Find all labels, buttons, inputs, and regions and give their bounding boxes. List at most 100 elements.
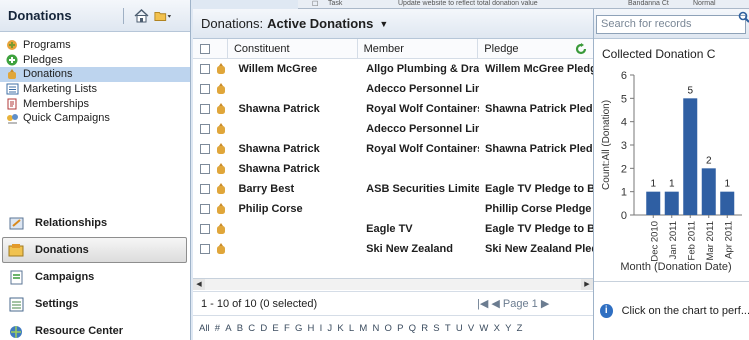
alpha-filter-f[interactable]: F — [284, 323, 290, 334]
cell-member[interactable]: Royal Wolf Containers — [360, 103, 479, 115]
select-all-checkbox[interactable] — [200, 43, 210, 54]
alpha-filter-r[interactable]: R — [421, 323, 428, 334]
cell-pledge[interactable]: Eagle TV Pledge to Bar — [479, 183, 593, 195]
alpha-filter-g[interactable]: G — [295, 323, 302, 334]
cell-pledge[interactable]: Ski New Zealand Pledg — [479, 243, 593, 255]
alpha-filter-n[interactable]: N — [372, 323, 379, 334]
cell-pledge[interactable]: Shawna Patrick Pledge — [479, 143, 593, 155]
chart-bar[interactable] — [683, 98, 698, 215]
cell-pledge[interactable]: Phillip Corse Pledge to — [479, 203, 593, 215]
cell-constituent[interactable]: Philip Corse — [232, 203, 360, 215]
chart-bar[interactable] — [701, 168, 716, 215]
cell-member[interactable]: ASB Securities Limited — [360, 183, 479, 195]
chart-bar[interactable] — [720, 191, 735, 215]
tree-item-quick-campaigns[interactable]: Quick Campaigns — [0, 111, 190, 126]
column-header-constituent[interactable]: Constituent — [226, 38, 357, 59]
cell-member[interactable]: Adecco Personnel Limit — [360, 83, 479, 95]
cell-member[interactable]: Ski New Zealand — [360, 243, 479, 255]
row-checkbox[interactable] — [200, 124, 210, 134]
column-header-pledge[interactable]: Pledge — [477, 38, 575, 59]
cell-pledge[interactable]: Willem McGree Pledge — [479, 63, 593, 75]
table-row[interactable]: Shawna Patrick Royal Wolf Containers Shawn… — [193, 139, 593, 159]
tree-item-pledges[interactable]: Pledges — [0, 53, 190, 68]
column-header-member[interactable]: Member — [356, 38, 478, 59]
tree-item-donations[interactable]: Donations — [0, 67, 190, 82]
row-checkbox[interactable] — [200, 144, 210, 154]
cell-constituent[interactable]: Barry Best — [232, 183, 360, 195]
alpha-filter-e[interactable]: E — [272, 323, 278, 334]
tree-item-memberships[interactable]: Memberships — [0, 96, 190, 111]
search-icon[interactable] — [738, 11, 749, 27]
horizontal-scrollbar[interactable]: ◀ ▶ — [193, 278, 593, 290]
alpha-filter-hash[interactable]: # — [215, 323, 220, 334]
row-checkbox[interactable] — [200, 84, 210, 94]
home-icon[interactable] — [132, 7, 150, 25]
alpha-filter-u[interactable]: U — [456, 323, 463, 334]
donation-chart[interactable]: 0 1 2 3 4 5 6 Count:All (Donation) 1 Dec 2010 1 Jan… — [594, 65, 749, 277]
cell-member[interactable]: Adecco Personnel Limit — [360, 123, 479, 135]
search-input[interactable]: Search for records — [596, 15, 746, 34]
table-row[interactable]: Adecco Personnel Limit — [193, 79, 593, 99]
alpha-filter-c[interactable]: C — [248, 323, 255, 334]
row-checkbox[interactable] — [200, 204, 210, 214]
pane-campaigns[interactable]: Campaigns — [0, 264, 190, 290]
scroll-right-icon[interactable]: ▶ — [581, 279, 593, 290]
alpha-filter-q[interactable]: Q — [409, 323, 416, 334]
cell-pledge[interactable]: Eagle TV Pledge to Bar — [479, 223, 593, 235]
alpha-filter-all[interactable]: All — [199, 323, 210, 334]
tree-item-programs[interactable]: Programs — [0, 38, 190, 53]
table-row[interactable]: Barry Best ASB Securities Limited Eagle TV… — [193, 179, 593, 199]
table-row[interactable]: Ski New Zealand Ski New Zealand Pledg — [193, 239, 593, 259]
refresh-icon[interactable] — [575, 39, 593, 59]
cell-pledge[interactable]: Shawna Patrick Pledge — [479, 103, 593, 115]
alpha-filter-x[interactable]: X — [494, 323, 500, 334]
tree-item-marketing-lists[interactable]: Marketing Lists — [0, 82, 190, 97]
cell-constituent[interactable]: Shawna Patrick — [232, 143, 360, 155]
chart-bar[interactable] — [664, 191, 679, 215]
alpha-filter-v[interactable]: V — [468, 323, 474, 334]
pane-settings[interactable]: Settings — [0, 291, 190, 317]
table-row[interactable]: Eagle TVEagle TV Pledge to Bar — [193, 219, 593, 239]
scroll-left-icon[interactable]: ◀ — [193, 279, 205, 290]
table-row[interactable]: Shawna Patrick — [193, 159, 593, 179]
alpha-filter-l[interactable]: L — [349, 323, 354, 334]
previous-page-icon[interactable]: ◀ — [491, 298, 499, 310]
alpha-filter-k[interactable]: K — [337, 323, 343, 334]
next-page-icon[interactable]: ▶ — [541, 298, 549, 310]
cell-constituent[interactable]: Willem McGree — [232, 63, 360, 75]
alpha-filter-y[interactable]: Y — [505, 323, 511, 334]
cell-constituent[interactable]: Shawna Patrick — [232, 103, 360, 115]
alpha-filter-t[interactable]: T — [445, 323, 451, 334]
alpha-filter-d[interactable]: D — [260, 323, 267, 334]
cell-member[interactable]: Eagle TV — [360, 223, 479, 235]
alpha-filter-z[interactable]: Z — [517, 323, 523, 334]
table-row[interactable]: Shawna Patrick Royal Wolf Containers Shawn… — [193, 99, 593, 119]
row-checkbox[interactable] — [200, 164, 210, 174]
pane-resource-center[interactable]: Resource Center — [0, 318, 190, 340]
alpha-filter-o[interactable]: O — [385, 323, 392, 334]
alpha-filter-p[interactable]: P — [397, 323, 403, 334]
pane-relationships[interactable]: Relationships — [0, 210, 190, 236]
first-page-icon[interactable]: |◀ — [477, 298, 488, 310]
alpha-filter-b[interactable]: B — [237, 323, 243, 334]
table-row[interactable]: Willem McGree Allgo Plumbing & Drai Willem… — [193, 59, 593, 79]
cell-member[interactable]: Allgo Plumbing & Drai — [360, 63, 479, 75]
alpha-filter-j[interactable]: J — [327, 323, 332, 334]
folder-menu-icon[interactable] — [154, 7, 172, 25]
row-checkbox[interactable] — [200, 244, 210, 254]
cell-member[interactable]: Royal Wolf Containers — [360, 143, 479, 155]
row-checkbox[interactable] — [200, 224, 210, 234]
cell-constituent[interactable]: Shawna Patrick — [232, 163, 360, 175]
alpha-filter-a[interactable]: A — [225, 323, 231, 334]
alpha-filter-w[interactable]: W — [479, 323, 488, 334]
view-selector[interactable]: Donations: Active Donations ▼ — [193, 9, 593, 39]
alpha-filter-i[interactable]: I — [320, 323, 323, 334]
pane-donations[interactable]: Donations — [2, 237, 187, 263]
chart-bar[interactable] — [646, 191, 661, 215]
row-checkbox[interactable] — [200, 104, 210, 114]
row-checkbox[interactable] — [200, 184, 210, 194]
alpha-filter-s[interactable]: S — [433, 323, 439, 334]
table-row[interactable]: Adecco Personnel Limit — [193, 119, 593, 139]
row-checkbox[interactable] — [200, 64, 210, 74]
table-row[interactable]: Philip Corse Phillip Corse Pledge to — [193, 199, 593, 219]
